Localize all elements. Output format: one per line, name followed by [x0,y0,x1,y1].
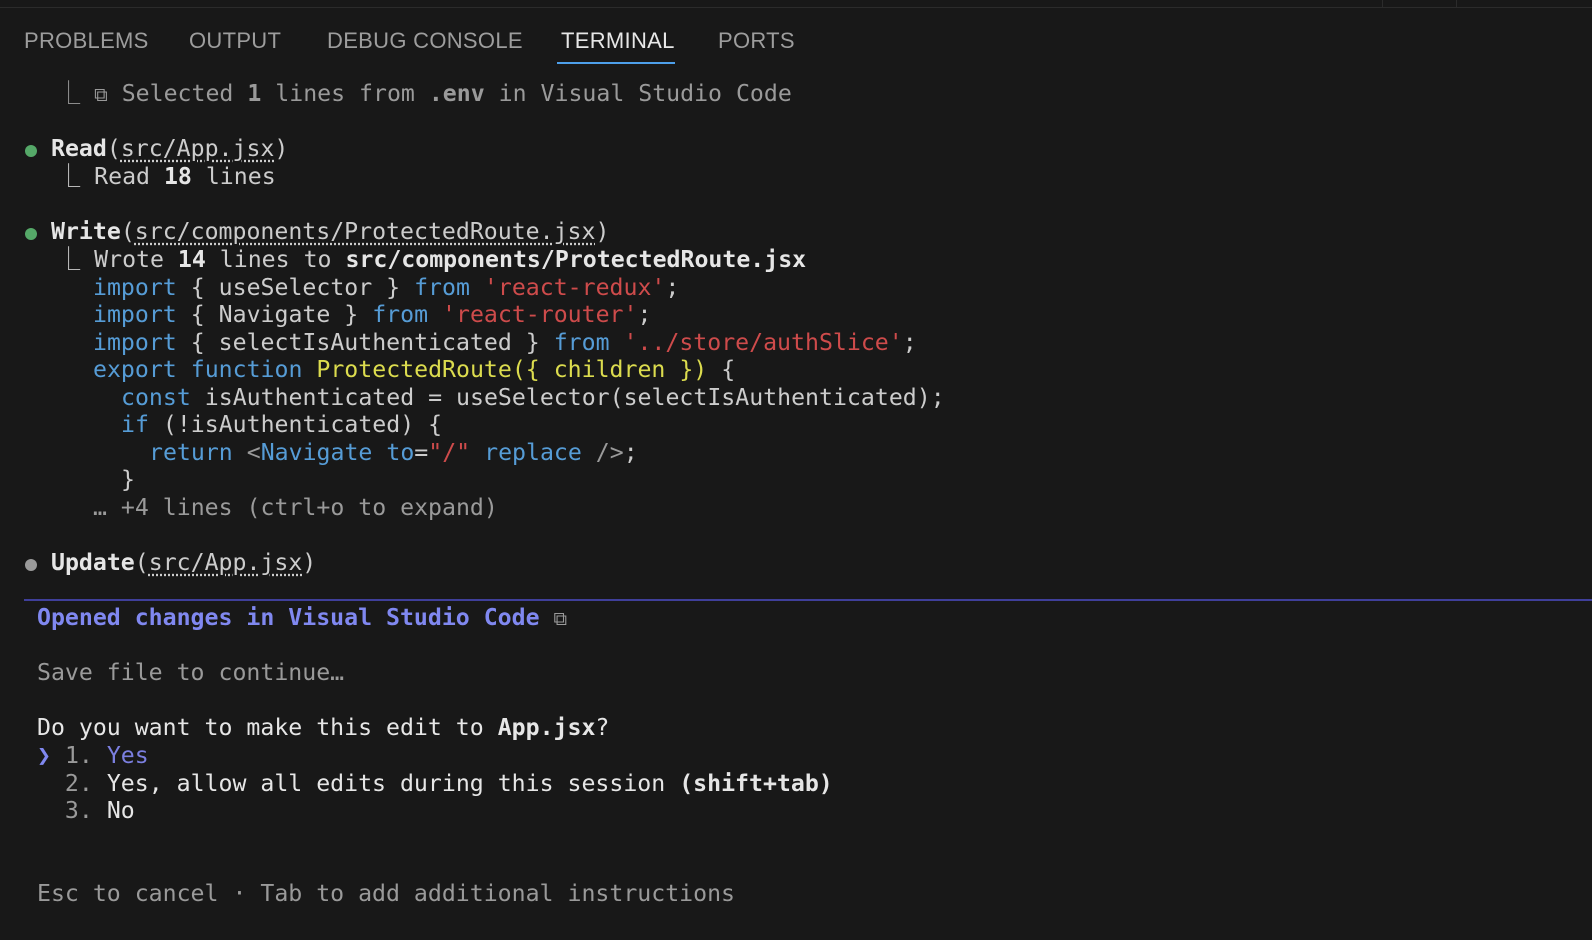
option-yes[interactable]: ❯ 1. Yes [37,742,149,770]
code-line: } [121,466,135,493]
prompt-footer-hint: Esc to cancel · Tab to add additional in… [37,880,736,907]
option-yes-allow-all[interactable]: 2. Yes, allow all edits during this sess… [37,770,833,798]
pending-bullet-icon [25,559,37,571]
read-action-result: ⎿ Read 18 lines [57,163,276,190]
success-bullet-icon [25,228,37,240]
update-action-header: Update(src/App.jsx) [51,549,317,576]
success-bullet-icon [25,145,37,157]
write-action-header: Write(src/components/ProtectedRoute.jsx) [51,218,610,245]
option-no[interactable]: 3. No [37,797,135,825]
code-line: import { useSelector } from 'react-redux… [93,274,680,301]
code-line: export function ProtectedRoute({ childre… [93,356,736,383]
write-action-result: ⎿ Wrote 14 lines to src/components/Prote… [57,246,807,273]
external-link-icon: ⧉ [553,608,568,630]
write-file-path[interactable]: src/components/ProtectedRoute.jsx [135,218,596,245]
code-line: if (!isAuthenticated) { [121,411,443,438]
update-file-path[interactable]: src/App.jsx [149,549,303,576]
code-line: import { Navigate } from 'react-router'; [93,301,652,328]
selection-cursor-icon: ❯ [37,742,51,769]
read-file-path[interactable]: src/App.jsx [121,135,275,162]
collapsed-lines-hint[interactable]: … +4 lines (ctrl+o to expand) [93,494,498,522]
opened-changes-notice: Opened changes in Visual Studio Code ⧉ [37,604,568,631]
tree-corner: ⎿ [57,80,81,107]
read-action-header: Read(src/App.jsx) [51,135,289,162]
selection-context-line: ⎿ ⧉ Selected 1 lines from .env in Visual… [57,80,792,107]
edit-question: Do you want to make this edit to App.jsx… [37,714,610,741]
prompt-divider [24,599,1592,601]
external-link-icon: ⧉ [94,84,108,106]
save-hint: Save file to continue… [37,659,345,686]
code-line: return <Navigate to="/" replace />; [149,439,638,466]
terminal-output[interactable]: ⎿ ⧉ Selected 1 lines from .env in Visual… [0,0,1592,940]
code-line: const isAuthenticated = useSelector(sele… [121,384,945,411]
code-line: import { selectIsAuthenticated } from '.… [93,329,917,356]
